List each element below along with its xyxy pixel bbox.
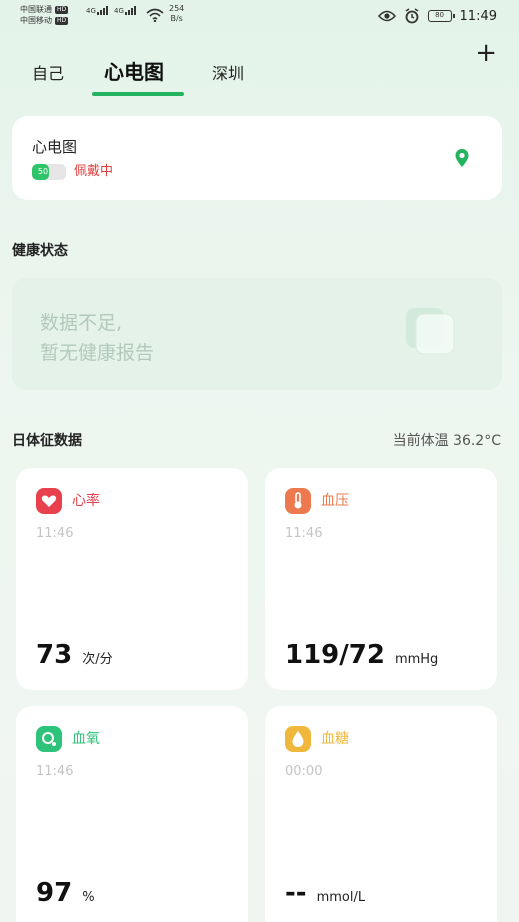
tab-ecg[interactable]: 心电图 xyxy=(104,56,164,85)
status-bar: 中国联通 HD 中国移动 HD 4G 4G 254 B/s 80 11:49 xyxy=(0,0,519,34)
add-button[interactable]: + xyxy=(475,40,497,66)
vital-name: 血压 xyxy=(321,493,349,509)
vital-time: 11:46 xyxy=(36,526,74,541)
drop-icon xyxy=(285,726,311,752)
vital-unit: mmHg xyxy=(394,652,439,667)
device-card[interactable]: 心电图 50 佩戴中 xyxy=(12,116,502,200)
vitals-title: 日体征数据 xyxy=(12,433,82,449)
vital-value: -- mmol/L xyxy=(285,878,366,908)
carrier-info: 中国联通 HD 中国移动 HD xyxy=(20,4,69,26)
wear-status: 佩戴中 xyxy=(74,164,114,179)
device-battery: 50 xyxy=(32,164,66,180)
location-pin-icon[interactable] xyxy=(454,148,470,168)
device-name: 心电图 xyxy=(32,138,78,156)
tab-self[interactable]: 自己 xyxy=(32,60,64,84)
current-temperature: 当前体温 36.2°C xyxy=(392,433,501,449)
battery-icon: 80 xyxy=(427,10,455,22)
vital-value: 97% xyxy=(36,878,95,908)
wifi-icon xyxy=(146,8,164,22)
health-message: 数据不足, 暂无健康报告 xyxy=(40,312,155,364)
vital-unit: % xyxy=(82,890,95,905)
heart-rate-card[interactable]: 心率 11:46 73 次/分 xyxy=(16,468,248,690)
alarm-icon xyxy=(405,8,418,24)
vital-time: 00:00 xyxy=(285,764,323,779)
vital-name: 血氧 xyxy=(72,731,100,747)
signal-icon: 4G xyxy=(86,6,108,15)
vital-unit: mmol/L xyxy=(316,890,366,905)
hd-badge: HD xyxy=(55,16,69,25)
tab-shenzhen[interactable]: 深圳 xyxy=(212,60,244,84)
network-speed: 254 B/s xyxy=(169,4,185,23)
status-time: 11:49 xyxy=(459,8,497,24)
carrier-2: 中国移动 xyxy=(20,16,52,25)
blood-glucose-card[interactable]: 血糖 00:00 -- mmol/L xyxy=(265,706,497,922)
heart-icon xyxy=(36,488,62,514)
hd-badge: HD xyxy=(55,5,69,14)
device-battery-label: 50 xyxy=(37,167,49,176)
eye-icon xyxy=(377,10,396,22)
signal-icon: 4G xyxy=(114,6,136,15)
network-type: 4G xyxy=(114,7,124,15)
network-type: 4G xyxy=(86,7,96,15)
vital-time: 11:46 xyxy=(36,764,74,779)
blood-oxygen-card[interactable]: 血氧 11:46 97% xyxy=(16,706,248,922)
report-illustration-icon xyxy=(406,308,455,355)
vital-unit: 次/分 xyxy=(82,652,113,667)
vital-time: 11:46 xyxy=(285,526,323,541)
health-status-title: 健康状态 xyxy=(12,243,68,259)
vital-name: 心率 xyxy=(72,493,100,509)
thermometer-icon xyxy=(285,488,311,514)
blood-pressure-card[interactable]: 血压 11:46 119/72 mmHg xyxy=(265,468,497,690)
carrier-1: 中国联通 xyxy=(20,5,52,14)
vital-value: 73 次/分 xyxy=(36,640,113,670)
health-report-card[interactable]: 数据不足, 暂无健康报告 xyxy=(12,278,502,390)
top-tabs: 自己 心电图 深圳 xyxy=(0,52,519,102)
vital-name: 血糖 xyxy=(321,731,349,747)
vital-value: 119/72 mmHg xyxy=(285,640,439,670)
oxygen-icon xyxy=(36,726,62,752)
tab-active-indicator xyxy=(92,92,184,96)
